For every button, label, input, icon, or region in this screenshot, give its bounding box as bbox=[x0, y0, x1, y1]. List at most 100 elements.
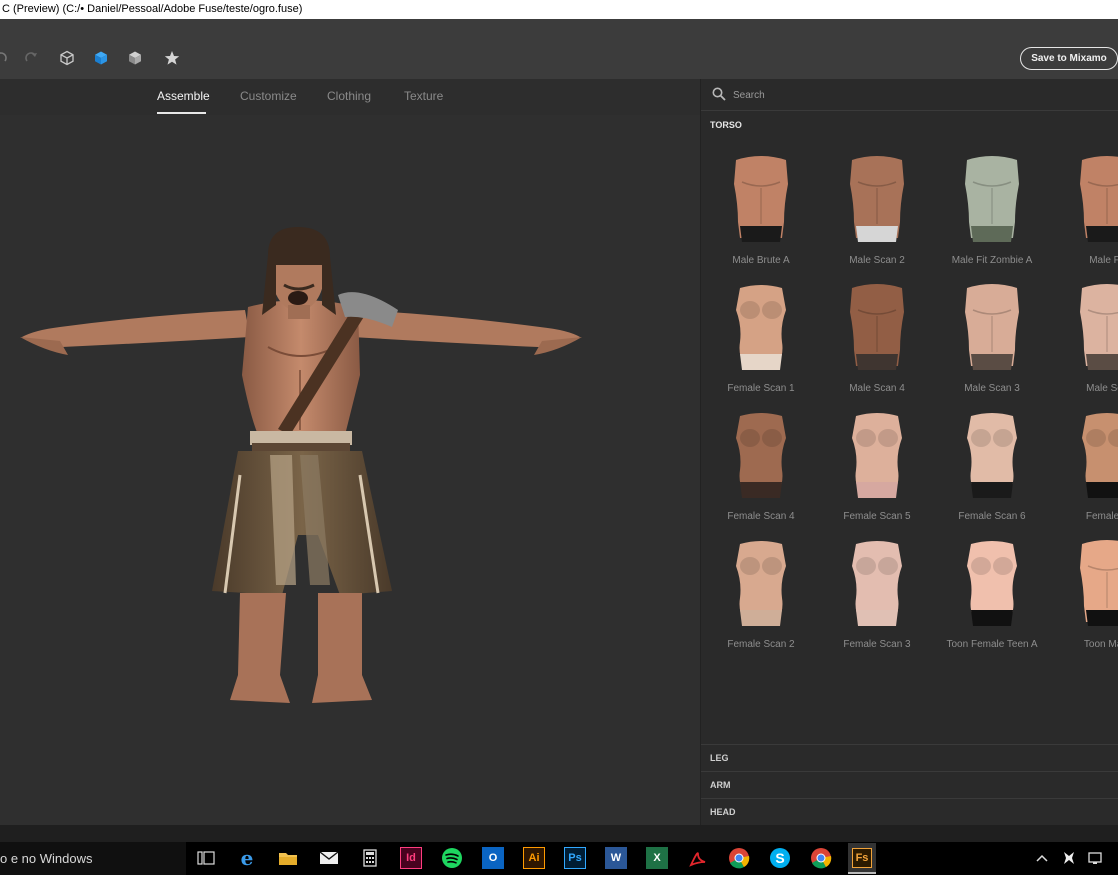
task-view-icon[interactable] bbox=[195, 847, 217, 869]
search-input[interactable] bbox=[733, 87, 1103, 103]
torso-thumbnail bbox=[1080, 540, 1118, 626]
torso-item-label: Female Scan 2 bbox=[727, 639, 795, 650]
torso-item[interactable]: Male Scan 4 bbox=[822, 280, 932, 408]
torso-item[interactable]: Female Scan 4 bbox=[706, 408, 816, 536]
window-title: C (Preview) (C:/• Daniel/Pessoal/Adobe F… bbox=[2, 3, 303, 15]
torso-thumbnail bbox=[852, 541, 902, 626]
torso-item[interactable]: Female F bbox=[1052, 408, 1118, 536]
torso-item-label: Female F bbox=[1085, 511, 1118, 522]
torso-item-label: Male Scan 4 bbox=[849, 383, 905, 394]
torso-thumbnail bbox=[850, 284, 904, 370]
torso-thumbnail bbox=[1080, 284, 1118, 370]
cube-outline-icon[interactable] bbox=[58, 49, 76, 67]
cube-shaded-icon[interactable] bbox=[126, 49, 144, 67]
star-icon[interactable] bbox=[163, 49, 181, 67]
torso-item-label: Female Scan 4 bbox=[727, 511, 795, 522]
torso-thumbnail bbox=[965, 284, 1019, 370]
torso-thumbnail bbox=[736, 285, 786, 370]
torso-thumbnail bbox=[967, 413, 1017, 498]
torso-item[interactable]: Female Scan 5 bbox=[822, 408, 932, 536]
torso-thumbnail bbox=[736, 413, 786, 498]
toolbar: Save to Mixamo bbox=[0, 19, 1118, 79]
spotify-icon[interactable] bbox=[441, 847, 463, 869]
torso-thumbnail bbox=[1080, 156, 1118, 242]
torso-item[interactable]: Female Scan 6 bbox=[937, 408, 1047, 536]
torso-item-label: Female Scan 1 bbox=[727, 383, 795, 394]
tray-app-icon[interactable] bbox=[1058, 847, 1080, 869]
svg-text:S: S bbox=[775, 850, 784, 866]
torso-item-label: Male Fit bbox=[1089, 255, 1118, 266]
torso-item[interactable]: Toon Male bbox=[1052, 536, 1118, 664]
windows-taskbar: o e no Windows e Id O Ai Ps W X S Fs bbox=[0, 842, 1118, 875]
torso-item[interactable]: Female Scan 2 bbox=[706, 536, 816, 664]
torso-thumbnail bbox=[736, 541, 786, 626]
undo-icon[interactable] bbox=[0, 49, 10, 67]
tab-bar: Assemble Customize Clothing Texture bbox=[0, 79, 700, 115]
tray-device-icon[interactable] bbox=[1084, 847, 1106, 869]
torso-item-label: Male Scan 2 bbox=[849, 255, 905, 266]
torso-thumbnail bbox=[850, 156, 904, 242]
file-explorer-icon[interactable] bbox=[277, 847, 299, 869]
skype-icon[interactable]: S bbox=[769, 847, 791, 869]
word-icon[interactable]: W bbox=[605, 847, 627, 869]
torso-item[interactable]: Male Fit Zombie A bbox=[937, 152, 1047, 280]
torso-item-label: Male Sca bbox=[1086, 383, 1118, 394]
fuse-icon: Fs bbox=[852, 847, 872, 868]
torso-item-label: Female Scan 3 bbox=[843, 639, 911, 650]
indesign-icon[interactable]: Id bbox=[400, 847, 422, 869]
torso-item[interactable]: Male Scan 2 bbox=[822, 152, 932, 280]
section-title-torso: TORSO bbox=[710, 120, 742, 130]
3d-viewport[interactable] bbox=[0, 115, 700, 825]
taskbar-search-box[interactable]: o e no Windows bbox=[0, 851, 93, 866]
tab-assemble[interactable]: Assemble bbox=[157, 89, 210, 103]
tab-clothing[interactable]: Clothing bbox=[327, 89, 371, 103]
photoshop-icon[interactable]: Ps bbox=[564, 847, 586, 869]
excel-icon[interactable]: X bbox=[646, 847, 668, 869]
torso-thumbnail bbox=[734, 156, 788, 242]
torso-thumbnail bbox=[967, 541, 1017, 626]
redo-icon[interactable] bbox=[22, 49, 40, 67]
section-leg[interactable]: LEG bbox=[701, 744, 1118, 770]
torso-item[interactable]: Male Scan 3 bbox=[937, 280, 1047, 408]
torso-item-label: Toon Male bbox=[1083, 639, 1118, 650]
torso-thumbnail bbox=[1082, 413, 1118, 498]
section-head[interactable]: HEAD bbox=[701, 798, 1118, 824]
torso-thumbnail bbox=[852, 413, 902, 498]
mail-icon[interactable] bbox=[318, 847, 340, 869]
window-title-bar: C (Preview) (C:/• Daniel/Pessoal/Adobe F… bbox=[0, 0, 1118, 19]
asset-panel: TORSO Male Brute A Male Scan 2 Male Fit Zo… bbox=[700, 79, 1118, 825]
torso-item[interactable]: Female Scan 1 bbox=[706, 280, 816, 408]
illustrator-icon[interactable]: Ai bbox=[523, 847, 545, 869]
torso-item-label: Male Scan 3 bbox=[964, 383, 1020, 394]
chrome-icon[interactable] bbox=[728, 847, 750, 869]
torso-item-label: Female Scan 5 bbox=[843, 511, 911, 522]
fuse-taskbar-button[interactable]: Fs bbox=[848, 843, 876, 874]
torso-item-label: Toon Female Teen A bbox=[946, 639, 1038, 650]
cube-solid-icon[interactable] bbox=[92, 49, 110, 67]
chevron-up-icon[interactable] bbox=[1031, 847, 1053, 869]
torso-thumbnail bbox=[965, 156, 1019, 242]
torso-item[interactable]: Female Scan 3 bbox=[822, 536, 932, 664]
search-icon bbox=[712, 87, 726, 106]
torso-item[interactable]: Male Fit bbox=[1052, 152, 1118, 280]
torso-item[interactable]: Male Brute A bbox=[706, 152, 816, 280]
torso-item-label: Male Fit Zombie A bbox=[951, 255, 1033, 266]
active-tab-indicator bbox=[157, 112, 206, 114]
outlook-icon[interactable]: O bbox=[482, 847, 504, 869]
acrobat-icon[interactable] bbox=[687, 847, 709, 869]
chrome-2-icon[interactable] bbox=[810, 847, 832, 869]
tab-texture[interactable]: Texture bbox=[404, 89, 443, 103]
torso-item[interactable]: Toon Female Teen A bbox=[937, 536, 1047, 664]
torso-item-label: Female Scan 6 bbox=[958, 511, 1026, 522]
status-bar bbox=[0, 825, 1118, 842]
character-model bbox=[20, 227, 582, 703]
edge-icon[interactable]: e bbox=[236, 846, 258, 870]
section-arm[interactable]: ARM bbox=[701, 771, 1118, 797]
search-bar bbox=[701, 79, 1118, 111]
calculator-icon[interactable] bbox=[359, 847, 381, 869]
save-to-mixamo-button[interactable]: Save to Mixamo bbox=[1020, 47, 1118, 70]
torso-item-label: Male Brute A bbox=[732, 255, 790, 266]
torso-item[interactable]: Male Sca bbox=[1052, 280, 1118, 408]
taskbar-app-area: e Id O Ai Ps W X S Fs bbox=[186, 842, 1118, 875]
tab-customize[interactable]: Customize bbox=[240, 89, 297, 103]
